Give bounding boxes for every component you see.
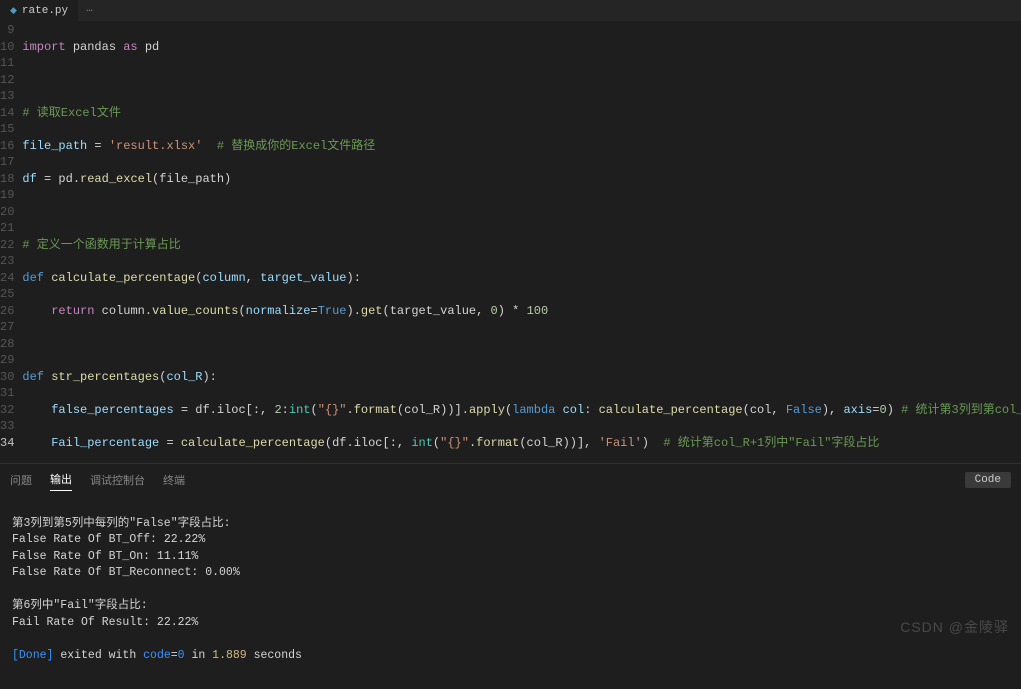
code-editor[interactable]: 9101112131415161718192021222324252627282…: [0, 22, 1021, 463]
output-line: False Rate Of BT_Off: 22.22%: [12, 533, 205, 546]
panel-tab-debug[interactable]: 调试控制台: [90, 469, 145, 491]
output-line: Fail Rate Of Result: 22.22%: [12, 616, 198, 629]
tab-filename: rate.py: [22, 5, 68, 17]
panel-tab-bar: 问题 输出 调试控制台 终端 Code: [0, 464, 1021, 491]
output-line: False Rate Of BT_Reconnect: 0.00%: [12, 566, 240, 579]
watermark: CSDN @金陵驿: [900, 617, 1009, 637]
code-content[interactable]: import pandas as pd # 读取Excel文件 file_pat…: [22, 22, 1021, 463]
done-tag: [Done]: [12, 649, 53, 662]
python-file-icon: ◆: [10, 6, 17, 16]
output-line: 第6列中"Fail"字段占比:: [12, 599, 148, 612]
editor-tab-ratepy[interactable]: ◆ rate.py: [0, 0, 78, 21]
output-content[interactable]: 第3列到第5列中每列的"False"字段占比: False Rate Of BT…: [0, 491, 1021, 689]
output-line: 第3列到第5列中每列的"False"字段占比:: [12, 517, 231, 530]
output-line: False Rate Of BT_On: 11.11%: [12, 550, 198, 563]
line-number-gutter: 9101112131415161718192021222324252627282…: [0, 22, 22, 463]
output-source-dropdown[interactable]: Code: [965, 472, 1011, 488]
panel-tab-problems[interactable]: 问题: [10, 469, 32, 491]
breadcrumb-overflow[interactable]: …: [78, 0, 101, 21]
panel-tab-terminal[interactable]: 终端: [163, 469, 185, 491]
tab-bar: ◆ rate.py …: [0, 0, 1021, 22]
panel-tab-output[interactable]: 输出: [50, 468, 72, 491]
bottom-panel: 问题 输出 调试控制台 终端 Code 第3列到第5列中每列的"False"字段…: [0, 463, 1021, 649]
